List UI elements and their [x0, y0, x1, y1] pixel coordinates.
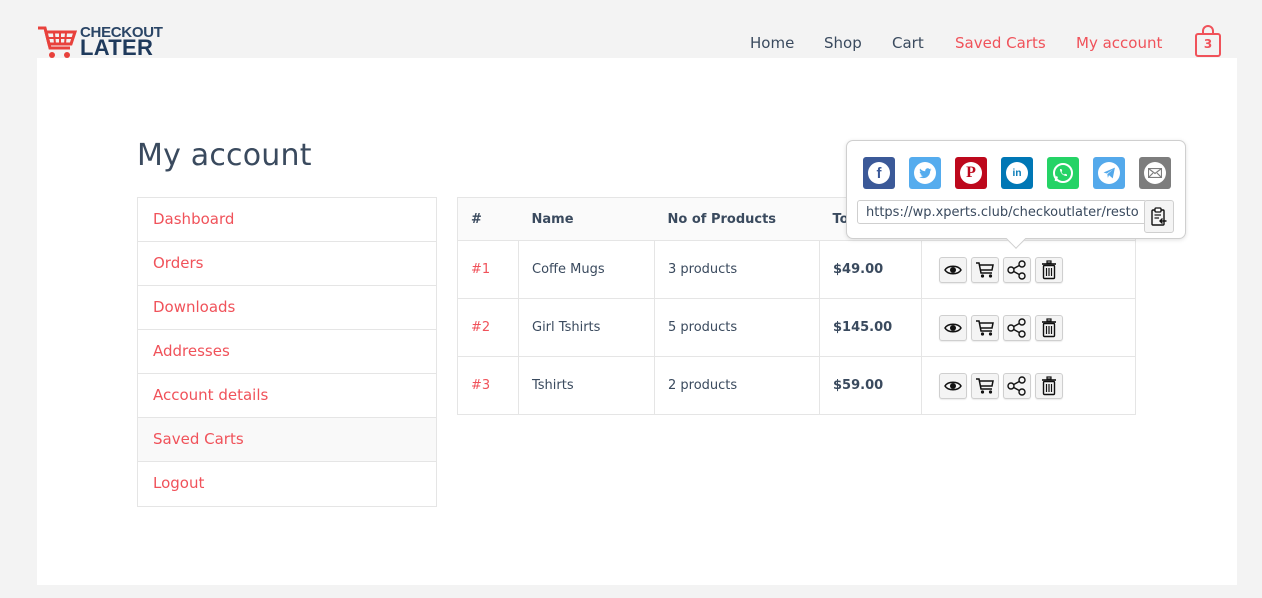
- nav-home[interactable]: Home: [750, 34, 794, 52]
- cart-icon: [976, 261, 994, 278]
- account-navigation: Dashboard Orders Downloads Addresses Acc…: [137, 197, 437, 507]
- delete-cart-button[interactable]: [1035, 314, 1063, 341]
- nav-shop[interactable]: Shop: [824, 34, 862, 52]
- cart-id-link[interactable]: #3: [457, 356, 519, 415]
- cart-icon: [976, 377, 994, 394]
- col-header-products: No of Products: [654, 197, 820, 241]
- eye-icon: [944, 265, 962, 274]
- cart-product-count: 3 products: [654, 240, 820, 299]
- share-telegram-button[interactable]: [1093, 157, 1125, 189]
- eye-icon: [944, 323, 962, 332]
- share-whatsapp-button[interactable]: [1047, 157, 1079, 189]
- page-title: My account: [137, 138, 312, 173]
- cart-name: Girl Tshirts: [518, 298, 655, 357]
- share-email-button[interactable]: [1139, 157, 1171, 189]
- account-nav-dashboard[interactable]: Dashboard: [138, 198, 436, 242]
- email-icon: [1148, 168, 1162, 178]
- main-nav: Home Shop Cart Saved Carts My account: [0, 34, 1262, 54]
- cart-total: $59.00: [819, 356, 922, 415]
- view-cart-button[interactable]: [939, 314, 967, 341]
- cart-name: Coffe Mugs: [518, 240, 655, 299]
- cart-actions: [921, 298, 1136, 357]
- account-nav-orders[interactable]: Orders: [138, 242, 436, 286]
- table-row: #3 Tshirts 2 products $59.00: [457, 356, 1136, 415]
- main-content: My account Dashboard Orders Downloads Ad…: [37, 58, 1237, 585]
- share-twitter-button[interactable]: [909, 157, 941, 189]
- cart-total: $49.00: [819, 240, 922, 299]
- whatsapp-icon: [1053, 163, 1073, 183]
- col-header-name: Name: [518, 197, 655, 241]
- cart-id-link[interactable]: #2: [457, 298, 519, 357]
- table-row: #1 Coffe Mugs 3 products $49.00: [457, 240, 1136, 299]
- cart-name: Tshirts: [518, 356, 655, 415]
- cart-icon: [976, 319, 994, 336]
- eye-icon: [944, 381, 962, 390]
- share-url-input[interactable]: [857, 200, 1147, 224]
- nav-saved-carts[interactable]: Saved Carts: [955, 34, 1046, 52]
- share-icon: [1007, 375, 1026, 396]
- twitter-icon: [918, 167, 931, 178]
- account-nav-saved-carts[interactable]: Saved Carts: [138, 418, 436, 462]
- cart-product-count: 5 products: [654, 298, 820, 357]
- account-nav-logout[interactable]: Logout: [138, 462, 436, 506]
- account-nav-downloads[interactable]: Downloads: [138, 286, 436, 330]
- cart-actions: [921, 356, 1136, 415]
- share-pinterest-button[interactable]: P: [955, 157, 987, 189]
- cart-id-link[interactable]: #1: [457, 240, 519, 299]
- telegram-icon: [1103, 167, 1115, 179]
- share-facebook-button[interactable]: f: [863, 157, 895, 189]
- restore-cart-button[interactable]: [971, 372, 999, 399]
- trash-icon: [1042, 375, 1056, 395]
- copy-url-button[interactable]: [1144, 200, 1174, 233]
- col-header-id: #: [457, 197, 519, 241]
- pinterest-icon: P: [966, 164, 976, 181]
- view-cart-button[interactable]: [939, 372, 967, 399]
- account-nav-account-details[interactable]: Account details: [138, 374, 436, 418]
- cart-actions: [921, 240, 1136, 299]
- view-cart-button[interactable]: [939, 256, 967, 283]
- cart-total: $145.00: [819, 298, 922, 357]
- linkedin-icon: in: [1012, 167, 1022, 179]
- table-row: #2 Girl Tshirts 5 products $145.00: [457, 298, 1136, 357]
- share-icon: [1007, 317, 1026, 338]
- trash-icon: [1042, 259, 1056, 279]
- restore-cart-button[interactable]: [971, 256, 999, 283]
- share-popover: f P in: [846, 140, 1186, 239]
- restore-cart-button[interactable]: [971, 314, 999, 341]
- nav-cart[interactable]: Cart: [892, 34, 924, 52]
- facebook-icon: f: [876, 164, 882, 182]
- header-cart-button[interactable]: 3: [1194, 25, 1222, 58]
- share-icon: [1007, 259, 1026, 280]
- share-linkedin-button[interactable]: in: [1001, 157, 1033, 189]
- account-nav-addresses[interactable]: Addresses: [138, 330, 436, 374]
- nav-my-account[interactable]: My account: [1076, 34, 1162, 52]
- trash-icon: [1042, 317, 1056, 337]
- cart-product-count: 2 products: [654, 356, 820, 415]
- delete-cart-button[interactable]: [1035, 256, 1063, 283]
- cart-count-badge: 3: [1203, 37, 1213, 51]
- share-cart-button[interactable]: [1003, 314, 1031, 341]
- share-cart-button[interactable]: [1003, 256, 1031, 283]
- share-cart-button[interactable]: [1003, 372, 1031, 399]
- delete-cart-button[interactable]: [1035, 372, 1063, 399]
- clipboard-copy-icon: [1151, 206, 1167, 226]
